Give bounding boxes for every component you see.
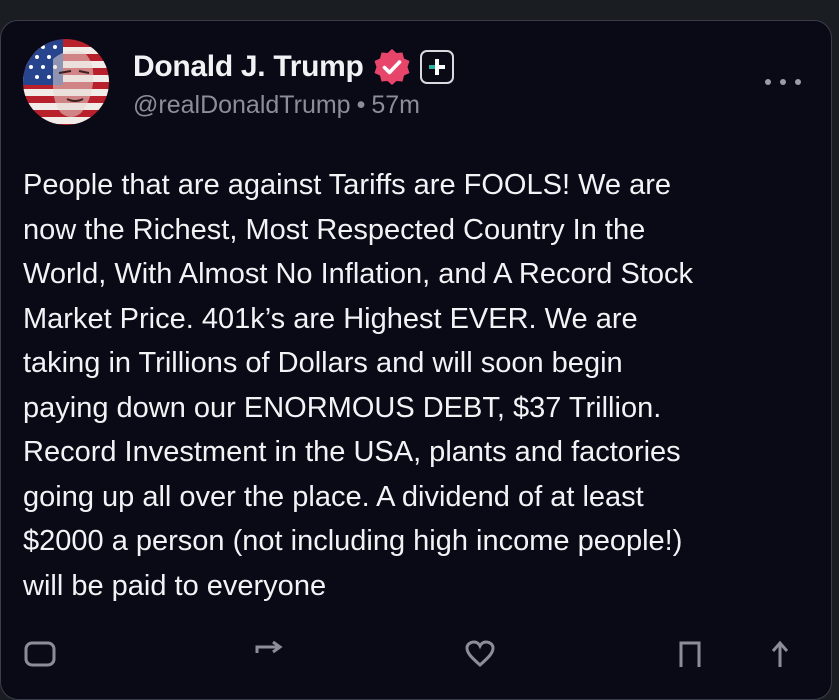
reply-icon[interactable] [23,639,57,669]
bookmark-icon[interactable] [673,639,707,669]
like-icon[interactable] [463,639,497,669]
post-card[interactable]: Donald J. Trump @realDonaldTrump • 57m Peo… [0,20,832,700]
action-bar [23,639,813,669]
more-options-icon[interactable] [765,77,801,87]
post-time[interactable]: 57m [371,91,420,119]
handle-row: @realDonaldTrump • 57m [133,91,420,120]
avatar[interactable] [23,39,109,125]
author-handle[interactable]: @realDonaldTrump [133,91,351,119]
repost-icon[interactable] [253,639,287,669]
author-name[interactable]: Donald J. Trump [133,50,364,84]
plus-badge-icon[interactable] [419,50,454,84]
verified-badge-icon [372,47,412,87]
separator-dot: • [356,91,366,119]
author-row: Donald J. Trump [133,47,454,87]
post-body: People that are against Tariffs are FOOL… [23,169,693,602]
share-icon[interactable] [763,639,797,669]
